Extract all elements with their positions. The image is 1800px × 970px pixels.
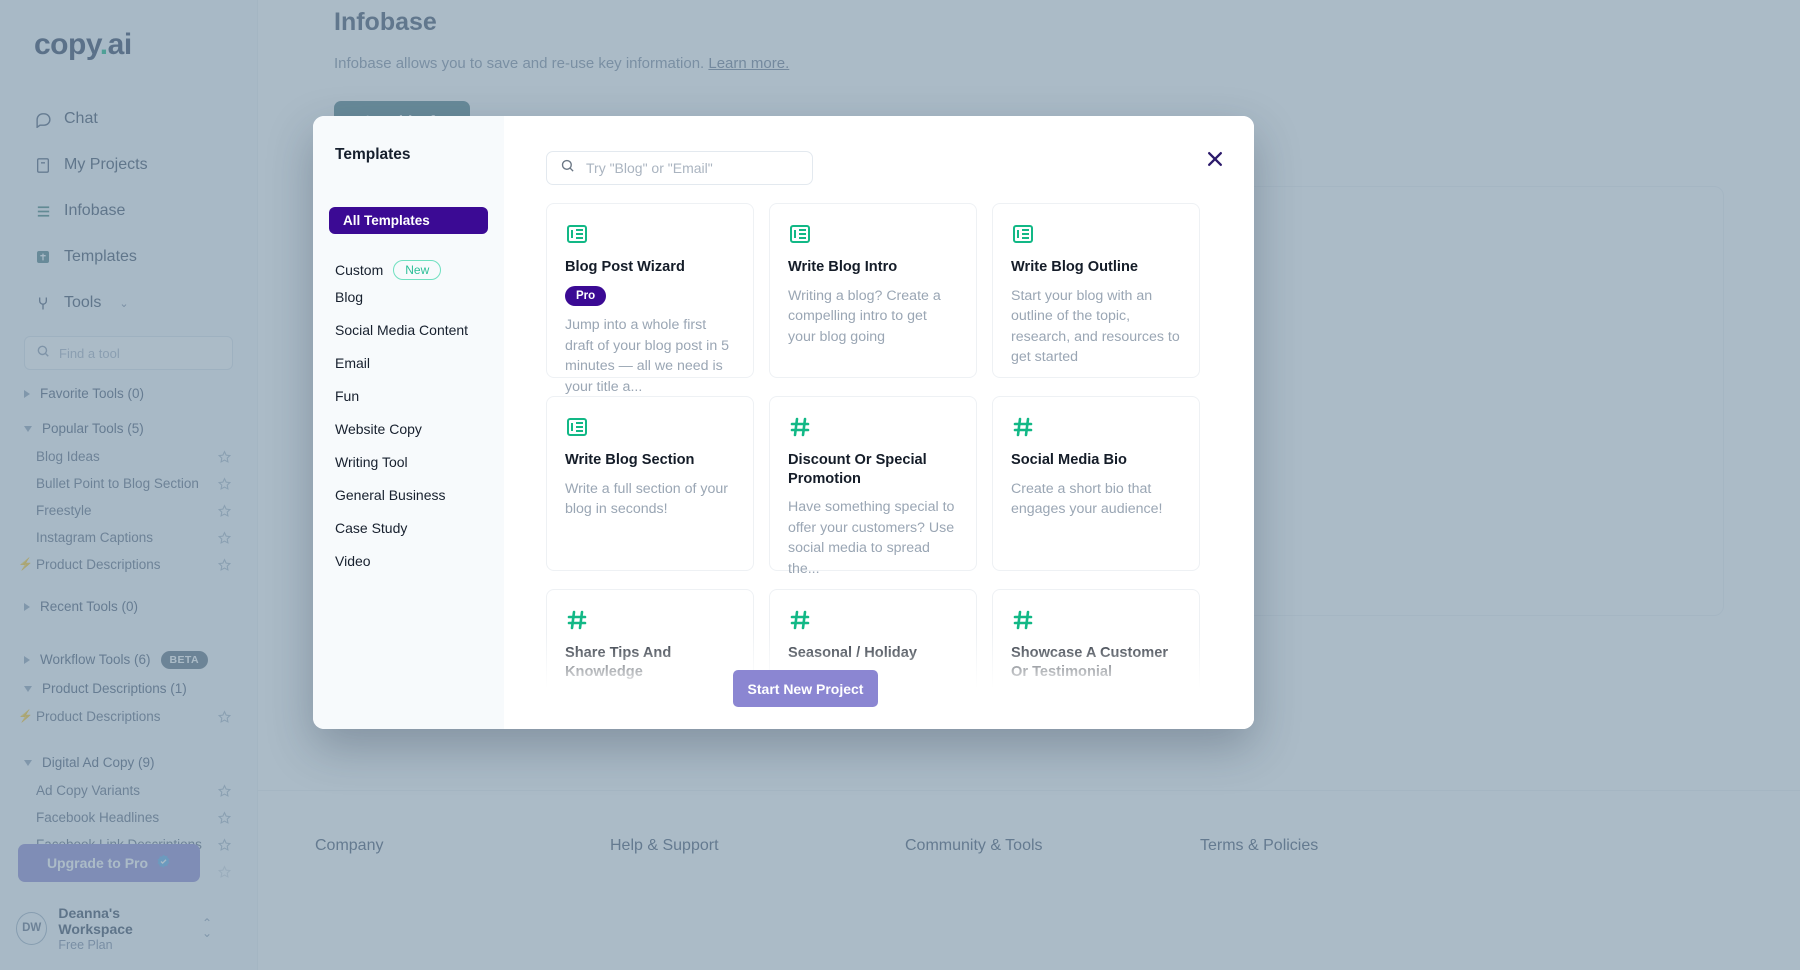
hash-icon	[788, 608, 958, 634]
newspaper-icon	[565, 415, 735, 441]
category-custom[interactable]: Custom New	[313, 260, 504, 280]
hash-icon	[565, 608, 735, 634]
template-description: Start your blog with an outline of the t…	[1011, 286, 1181, 368]
close-icon[interactable]	[1201, 145, 1229, 173]
template-card[interactable]: Write Blog Intro Writing a blog? Create …	[769, 203, 977, 378]
template-title-row: Seasonal / Holiday	[788, 644, 958, 663]
category-email[interactable]: Email	[313, 346, 504, 379]
modal-body: Blog Post Wizard Pro Jump into a whole f…	[504, 116, 1254, 729]
category-general-business[interactable]: General Business	[313, 478, 504, 511]
category-all-templates[interactable]: All Templates	[329, 207, 488, 234]
template-title: Write Blog Intro	[788, 258, 897, 277]
template-title: Seasonal / Holiday	[788, 644, 917, 663]
category-case-study[interactable]: Case Study	[313, 511, 504, 544]
template-title-row: Showcase A Customer Or Testimonial	[1011, 644, 1181, 681]
template-title: Write Blog Section	[565, 451, 694, 470]
template-description: Write a full section of your blog in sec…	[565, 479, 735, 520]
template-title: Showcase A Customer Or Testimonial	[1011, 644, 1181, 681]
category-video[interactable]: Video	[313, 544, 504, 577]
search-icon	[560, 158, 575, 178]
template-description: Jump into a whole first draft of your bl…	[565, 315, 735, 397]
template-title-row: Blog Post Wizard Pro	[565, 258, 735, 306]
newspaper-icon	[788, 222, 958, 248]
modal-category-sidebar: Templates All Templates Custom New Blog …	[313, 116, 504, 729]
category-website-copy[interactable]: Website Copy	[313, 412, 504, 445]
pro-badge: Pro	[565, 286, 606, 307]
template-title-row: Write Blog Intro	[788, 258, 958, 277]
template-title-row: Write Blog Section	[565, 451, 735, 470]
template-card[interactable]: Write Blog Section Write a full section …	[546, 396, 754, 571]
hash-icon	[788, 415, 958, 441]
category-social-media-content[interactable]: Social Media Content	[313, 313, 504, 346]
template-description: Create a short bio that engages your aud…	[1011, 479, 1181, 520]
templates-modal: Templates All Templates Custom New Blog …	[313, 116, 1254, 729]
template-title: Social Media Bio	[1011, 451, 1127, 470]
newspaper-icon	[565, 222, 735, 248]
template-title-row: Share Tips And Knowledge	[565, 644, 735, 681]
template-title: Share Tips And Knowledge	[565, 644, 735, 681]
hash-icon	[1011, 608, 1181, 634]
template-grid: Blog Post Wizard Pro Jump into a whole f…	[546, 203, 1232, 729]
template-title-row: Discount Or Special Promotion	[788, 451, 958, 488]
category-blog[interactable]: Blog	[313, 280, 504, 313]
hash-icon	[1011, 415, 1181, 441]
template-card[interactable]: Social Media Bio Create a short bio that…	[992, 396, 1200, 571]
start-new-project-button[interactable]: Start New Project	[733, 670, 878, 707]
template-title-row: Write Blog Outline	[1011, 258, 1181, 277]
new-badge: New	[393, 260, 441, 280]
template-title: Write Blog Outline	[1011, 258, 1138, 277]
template-card[interactable]: Showcase A Customer Or Testimonial	[992, 589, 1200, 729]
category-fun[interactable]: Fun	[313, 379, 504, 412]
template-card[interactable]: Write Blog Outline Start your blog with …	[992, 203, 1200, 378]
category-writing-tool[interactable]: Writing Tool	[313, 445, 504, 478]
template-title: Discount Or Special Promotion	[788, 451, 958, 488]
template-description: Have something special to offer your cus…	[788, 497, 958, 579]
modal-title: Templates	[313, 146, 504, 164]
template-card[interactable]: Share Tips And Knowledge	[546, 589, 754, 729]
template-description: Writing a blog? Create a compelling intr…	[788, 286, 958, 348]
search-input[interactable]	[586, 160, 799, 176]
template-search-box[interactable]	[546, 151, 813, 185]
template-title-row: Social Media Bio	[1011, 451, 1181, 470]
template-card[interactable]: Blog Post Wizard Pro Jump into a whole f…	[546, 203, 754, 378]
template-title: Blog Post Wizard	[565, 258, 685, 277]
template-card[interactable]: Discount Or Special Promotion Have somet…	[769, 396, 977, 571]
category-custom-label: Custom	[335, 262, 383, 278]
template-card[interactable]: Seasonal / Holiday	[769, 589, 977, 729]
newspaper-icon	[1011, 222, 1181, 248]
